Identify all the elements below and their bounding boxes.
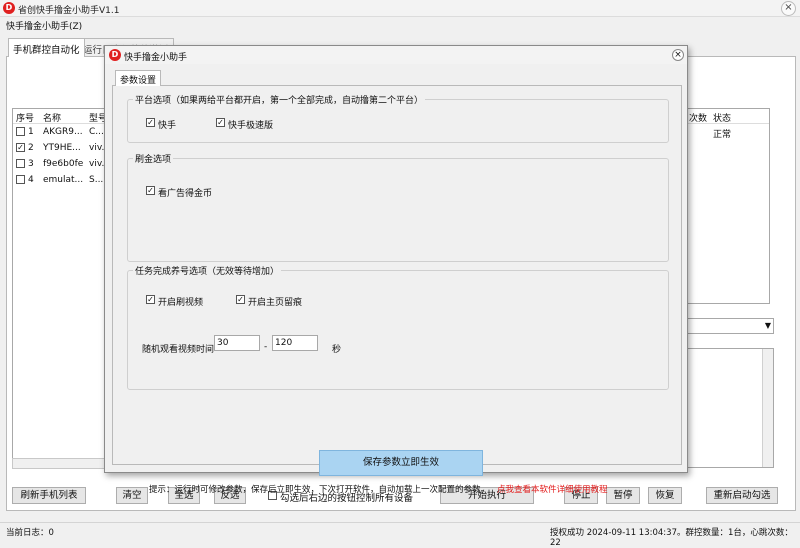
settings-hint-text: 提示：运行时可修改参数，保存后立即生效，下次打开软件，自动加载上一次配置的参数。	[149, 485, 490, 495]
device-index: 1	[28, 127, 34, 137]
dialog-titlebar: D 快手撸金小助手 ×	[105, 46, 687, 64]
menubar: 快手撸金小助手(Z)	[0, 17, 800, 32]
device-row[interactable]: 4 emulat... S...	[13, 172, 107, 188]
log-scrollbar[interactable]	[762, 349, 773, 467]
tab-device-control[interactable]: 手机群控自动化	[8, 38, 85, 57]
homepage-trace-label: 开启主页留痕	[248, 298, 303, 308]
seconds-unit-label: 秒	[332, 345, 342, 355]
browse-video-label: 开启刷视频	[158, 298, 204, 308]
gold-options-group: 刷金选项 ✓ 看广告得金币	[127, 152, 669, 262]
watch-ad-checkbox[interactable]: ✓	[146, 186, 155, 195]
min-watch-time-input[interactable]: 30	[214, 335, 260, 351]
column-header-name[interactable]: 名称	[43, 111, 61, 124]
column-header-status[interactable]: 状态	[713, 111, 731, 124]
kuaishou-checkbox[interactable]: ✓	[146, 118, 155, 127]
restart-selected-button[interactable]: 重新启动勾选	[706, 487, 778, 504]
kuaishou-lite-checkbox[interactable]: ✓	[216, 118, 225, 127]
watch-ad-label: 看广告得金币	[158, 189, 213, 199]
resume-button[interactable]: 恢复	[648, 487, 682, 504]
log-textbox[interactable]	[686, 348, 774, 468]
device-name: AKGR9...	[43, 127, 83, 137]
task-options-title: 任务完成养号选项（无效等待增加）	[133, 264, 282, 277]
task-status-list[interactable]: 次数 状态 正常	[686, 108, 770, 304]
window-close-icon[interactable]: ×	[781, 1, 796, 16]
device-name: f9e6b0fe	[43, 159, 84, 169]
save-settings-button[interactable]: 保存参数立即生效	[319, 450, 483, 476]
device-list-hscrollbar[interactable]	[12, 458, 108, 469]
device-checkbox[interactable]	[16, 127, 25, 136]
settings-dialog: D 快手撸金小助手 × 参数设置 平台选项（如果两给平台都开启，第一个全部完成，…	[104, 45, 688, 495]
device-checkbox[interactable]: ✓	[16, 143, 25, 152]
device-index: 4	[28, 175, 34, 185]
tutorial-link[interactable]: 点我查看本软件详细使用教程	[497, 483, 608, 495]
device-checkbox[interactable]	[16, 175, 25, 184]
column-header-count[interactable]: 次数	[689, 111, 707, 124]
dialog-title: 快手撸金小助手	[124, 53, 188, 63]
dialog-panel: 平台选项（如果两给平台都开启，第一个全部完成，自动撸第二个平台） ✓ 快手 ✓ …	[112, 85, 682, 495]
platform-options-title: 平台选项（如果两给平台都开启，第一个全部完成，自动撸第二个平台）	[133, 93, 426, 106]
browse-video-checkbox[interactable]: ✓	[146, 295, 155, 304]
task-status-value: 正常	[713, 130, 732, 140]
device-index: 2	[28, 143, 34, 153]
platform-options-group: 平台选项（如果两给平台都开启，第一个全部完成，自动撸第二个平台） ✓ 快手 ✓ …	[127, 93, 669, 143]
log-count-text: 当前日志：0	[6, 528, 54, 538]
random-watch-label: 随机观看视频时间	[142, 345, 215, 355]
device-name: emulat...	[43, 175, 84, 185]
statusbar: 当前日志：0 授权成功 2024-09-11 13:04:37。群控数量：1台，…	[0, 522, 800, 548]
app-logo-icon: D	[3, 2, 15, 14]
max-watch-time-input[interactable]: 120	[272, 335, 318, 351]
pause-button[interactable]: 暂停	[606, 487, 640, 504]
range-dash: -	[264, 342, 268, 352]
device-row[interactable]: 1 AKGR9... C...	[13, 124, 107, 140]
tab-parameter-settings[interactable]: 参数设置	[115, 70, 162, 86]
status-info-text: 授权成功 2024-09-11 13:04:37。群控数量：1台，心跳次数：22	[550, 528, 793, 548]
device-model: C...	[89, 127, 104, 137]
refresh-device-list-button[interactable]: 刷新手机列表	[12, 487, 86, 504]
device-row[interactable]: 3 f9e6b0fe viv...	[13, 156, 107, 172]
menu-item-main[interactable]: 快手撸金小助手(Z)	[6, 19, 82, 32]
right-dropdown[interactable]: ▼	[686, 318, 774, 334]
dialog-close-icon[interactable]: ×	[672, 49, 684, 61]
kuaishou-label: 快手	[158, 121, 177, 131]
chevron-down-icon[interactable]: ▼	[765, 321, 771, 330]
homepage-trace-checkbox[interactable]: ✓	[236, 295, 245, 304]
dialog-logo-icon: D	[109, 49, 121, 61]
column-header-index[interactable]: 序号	[16, 111, 34, 124]
kuaishou-lite-label: 快手极速版	[228, 121, 274, 131]
device-model: S...	[89, 175, 104, 185]
device-name: YT9HE...	[43, 143, 81, 153]
gold-options-title: 刷金选项	[133, 152, 174, 165]
device-row[interactable]: ✓ 2 YT9HE... viv...	[13, 140, 107, 156]
device-list[interactable]: 序号 名称 型号 1 AKGR9... C... ✓ 2 YT9HE... vi…	[12, 108, 108, 468]
clear-button[interactable]: 清空	[116, 487, 148, 504]
task-options-group: 任务完成养号选项（无效等待增加） ✓ 开启刷视频 ✓ 开启主页留痕 随机观看视频…	[127, 264, 669, 390]
device-checkbox[interactable]	[16, 159, 25, 168]
window-title: 省创快手撸金小助手V1.1	[18, 6, 120, 16]
window-titlebar: D 省创快手撸金小助手V1.1 ×	[0, 0, 800, 17]
task-status-header: 次数 状态	[687, 109, 769, 124]
device-list-header: 序号 名称 型号	[13, 109, 107, 124]
device-index: 3	[28, 159, 34, 169]
